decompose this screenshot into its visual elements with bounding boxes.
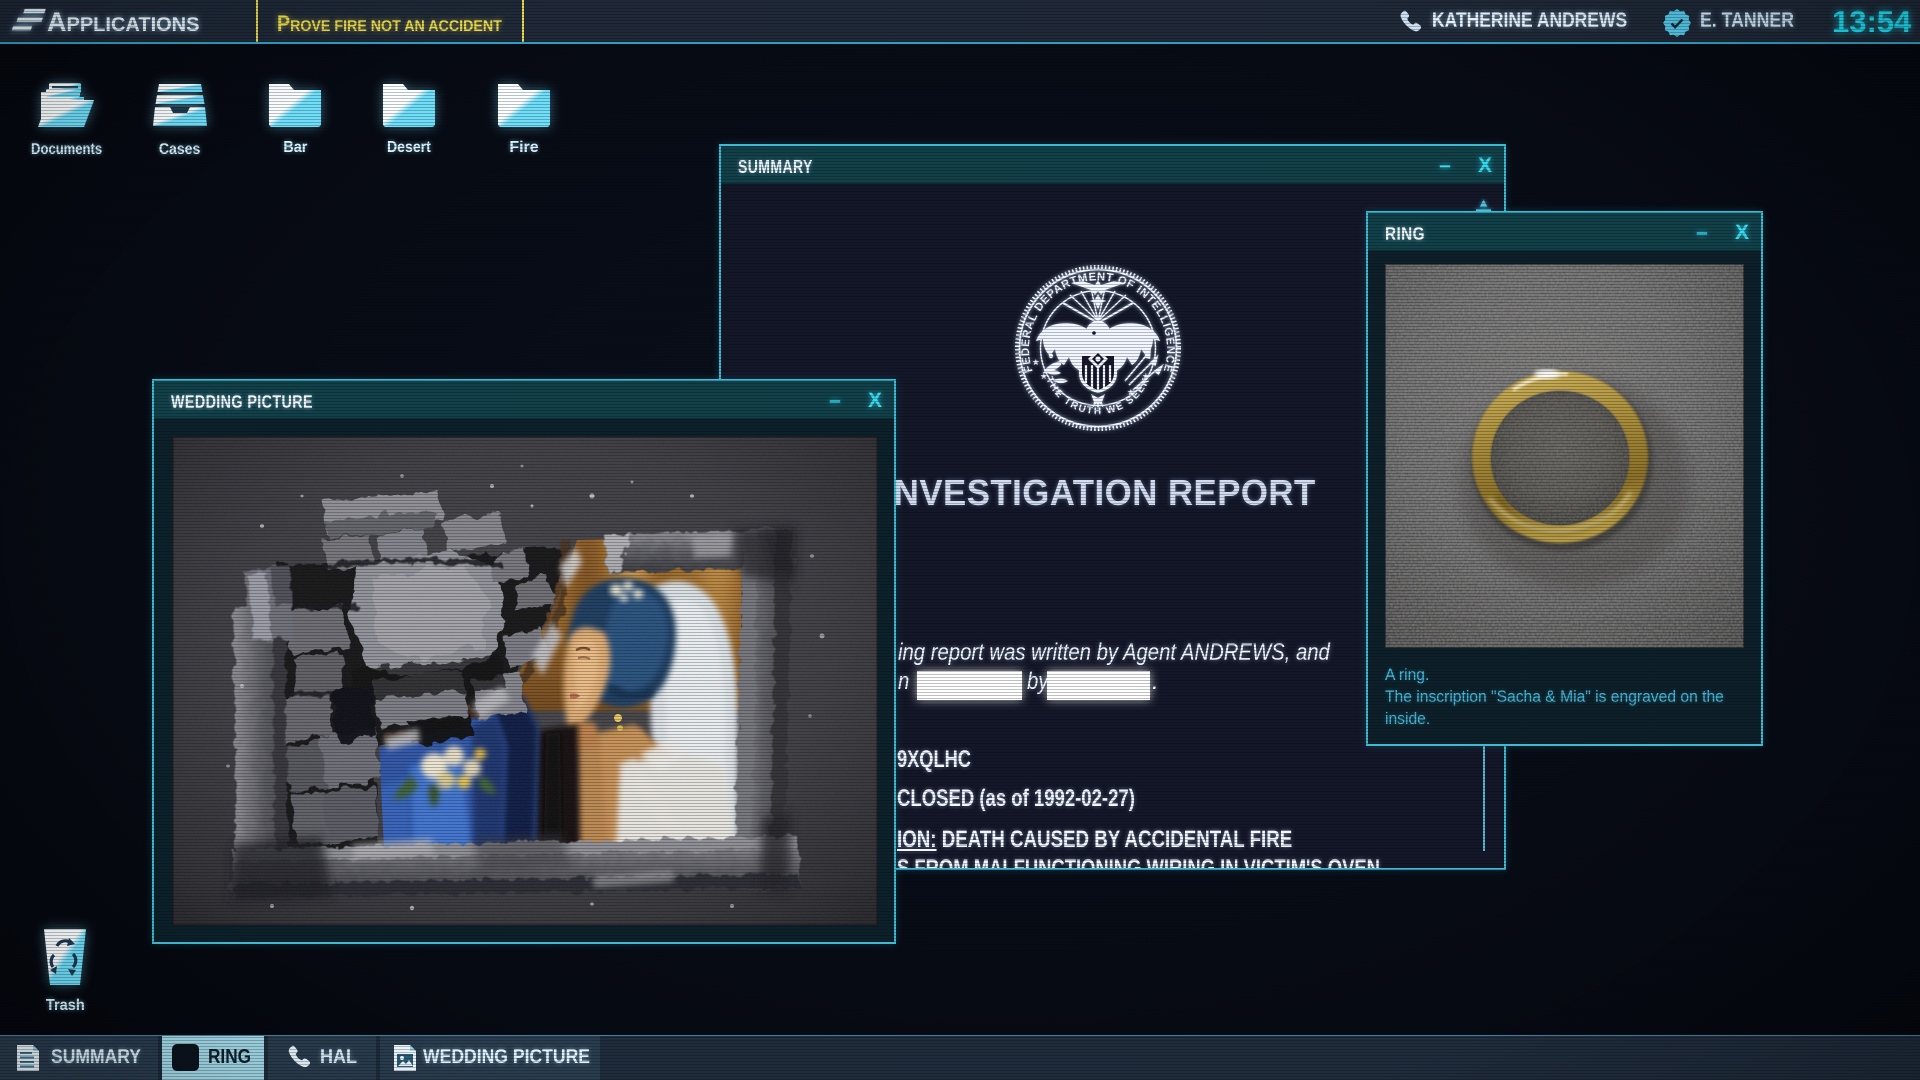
svg-text:★: ★ (1032, 357, 1040, 367)
svg-text:★: ★ (1055, 387, 1063, 397)
